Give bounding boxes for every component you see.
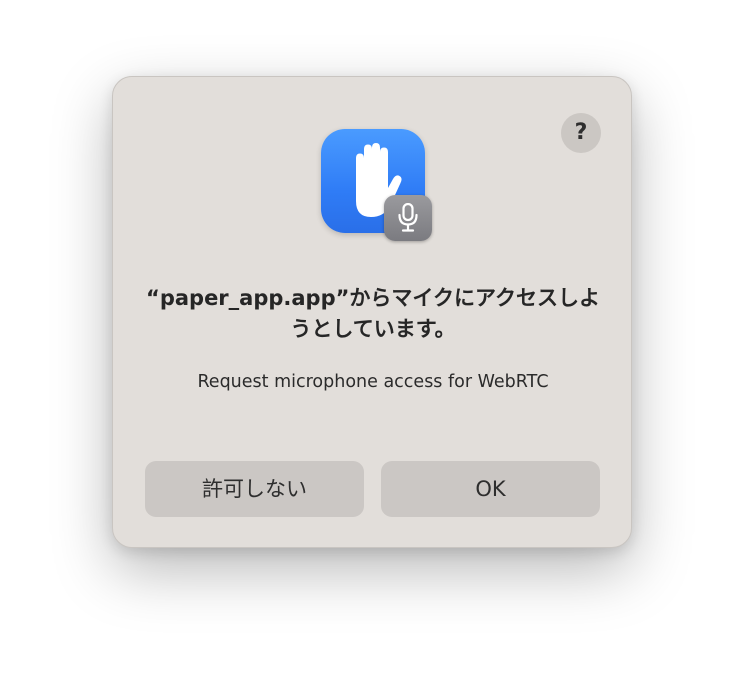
microphone-permission-dialog: ? “paper_app.app”からマイクにアクセスしようとしています。 Re…	[112, 76, 632, 548]
help-button[interactable]: ?	[561, 113, 601, 153]
dialog-title: “paper_app.app”からマイクにアクセスしようとしています。	[146, 286, 600, 341]
ok-button[interactable]: OK	[381, 461, 600, 517]
microphone-glyph	[398, 203, 418, 232]
dialog-message: Request microphone access for WebRTC	[197, 372, 549, 392]
deny-button[interactable]: 許可しない	[145, 461, 364, 517]
microphone-icon	[384, 195, 432, 241]
